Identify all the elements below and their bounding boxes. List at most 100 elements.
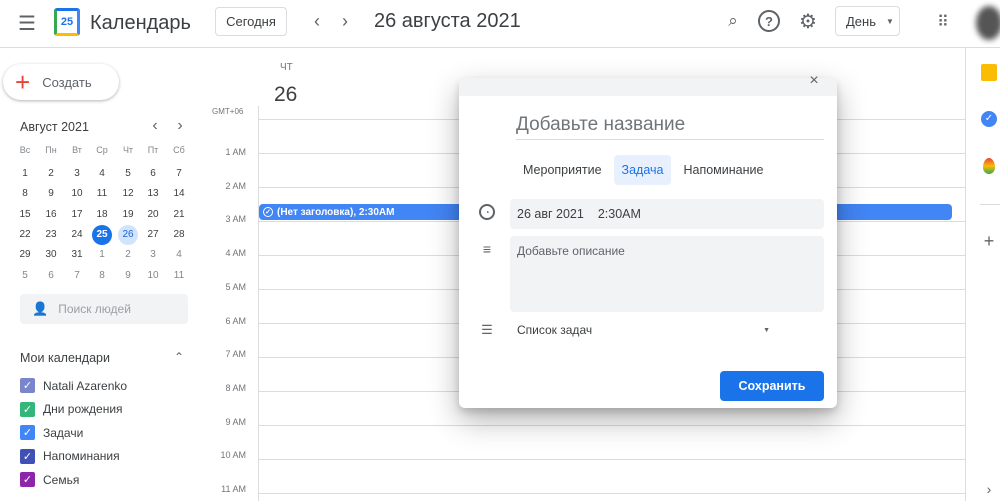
weekday-header: Пн bbox=[45, 145, 57, 155]
prev-day-icon[interactable]: ‹ bbox=[306, 10, 328, 32]
checkbox-checked-icon[interactable]: ✓ bbox=[20, 401, 35, 417]
mini-calendar-day[interactable]: 5 bbox=[118, 164, 138, 184]
mini-calendar-day[interactable]: 27 bbox=[143, 225, 163, 245]
mini-calendar-day[interactable]: 16 bbox=[41, 205, 61, 225]
account-avatar[interactable] bbox=[976, 6, 1000, 40]
mini-calendar-day[interactable]: 11 bbox=[92, 184, 112, 204]
mini-calendar-day[interactable]: 29 bbox=[15, 245, 35, 265]
search-people-input[interactable]: 👤 Поиск людей bbox=[20, 294, 188, 324]
add-addon-icon[interactable]: + bbox=[980, 231, 998, 251]
title-input[interactable]: Добавьте название bbox=[516, 114, 824, 140]
apps-grid-icon[interactable]: ⠿ bbox=[930, 10, 954, 34]
mini-calendar-day[interactable]: 31 bbox=[67, 245, 87, 265]
close-icon[interactable]: × bbox=[805, 72, 823, 90]
mini-prev-icon[interactable]: ‹ bbox=[148, 117, 162, 134]
hour-label: 3 AM bbox=[225, 214, 246, 225]
next-day-icon[interactable]: › bbox=[334, 10, 356, 32]
tab-reminder[interactable]: Напоминание bbox=[677, 155, 769, 185]
mini-calendar-day[interactable]: 9 bbox=[41, 184, 61, 204]
calendar-item[interactable]: ✓ Задачи bbox=[20, 425, 83, 440]
mini-calendar-day[interactable]: 6 bbox=[41, 266, 61, 286]
time-value[interactable]: 2:30AM bbox=[598, 207, 641, 221]
mini-calendar-day[interactable]: 21 bbox=[169, 205, 189, 225]
mini-calendar-day[interactable]: 17 bbox=[67, 205, 87, 225]
date-time-field[interactable]: 26 авг 2021 2:30AM bbox=[510, 199, 824, 229]
mini-calendar-day[interactable]: 8 bbox=[92, 266, 112, 286]
create-label: Создать bbox=[42, 74, 92, 90]
mini-calendar-day[interactable]: 11 bbox=[169, 266, 189, 286]
mini-calendar-day[interactable]: 24 bbox=[67, 225, 87, 245]
help-icon[interactable]: ? bbox=[758, 10, 780, 32]
calendar-item[interactable]: ✓ Natali Azarenko bbox=[20, 378, 127, 393]
calendar-item[interactable]: ✓ Дни рождения bbox=[20, 401, 123, 417]
mini-calendar-day[interactable]: 9 bbox=[118, 266, 138, 286]
mini-calendar-day[interactable]: 3 bbox=[67, 164, 87, 184]
weekday-header: Сб bbox=[173, 145, 185, 155]
view-select[interactable]: День ▼ bbox=[835, 6, 900, 36]
mini-calendar-day[interactable]: 19 bbox=[118, 205, 138, 225]
today-button[interactable]: Сегодня bbox=[215, 7, 287, 36]
collapse-chevron-icon[interactable]: ⌃ bbox=[172, 349, 186, 365]
mini-calendar-day[interactable]: 4 bbox=[169, 245, 189, 265]
checkbox-checked-icon[interactable]: ✓ bbox=[20, 448, 35, 464]
mini-calendar-day[interactable]: 30 bbox=[41, 245, 61, 265]
mini-calendar-day[interactable]: 3 bbox=[143, 245, 163, 265]
mini-calendar-day[interactable]: 1 bbox=[15, 164, 35, 184]
keep-icon[interactable] bbox=[981, 64, 997, 81]
mini-calendar-day[interactable]: 8 bbox=[15, 184, 35, 204]
mini-calendar-day[interactable]: 14 bbox=[169, 184, 189, 204]
mini-calendar-day[interactable]: 18 bbox=[92, 205, 112, 225]
people-icon: 👤 bbox=[32, 301, 49, 316]
tab-event[interactable]: Мероприятие bbox=[517, 155, 608, 185]
day-number[interactable]: 26 bbox=[274, 83, 297, 107]
mini-calendar-day[interactable]: 13 bbox=[143, 184, 163, 204]
mini-calendar-day[interactable]: 25 bbox=[92, 224, 112, 245]
maps-icon[interactable] bbox=[983, 158, 995, 174]
mini-calendar-day[interactable]: 15 bbox=[15, 205, 35, 225]
mini-calendar-day[interactable]: 5 bbox=[15, 266, 35, 286]
save-button[interactable]: Сохранить bbox=[720, 371, 824, 401]
dialog-drag-handle[interactable] bbox=[459, 78, 837, 96]
mini-calendar-day[interactable]: 12 bbox=[118, 184, 138, 204]
hour-label: 9 AM bbox=[225, 416, 246, 427]
mini-next-icon[interactable]: › bbox=[173, 117, 187, 134]
event-label: (Нет заголовка), 2:30AM bbox=[277, 206, 395, 218]
mini-calendar-day[interactable]: 23 bbox=[41, 225, 61, 245]
dropdown-arrow-icon: ▼ bbox=[886, 16, 894, 26]
date-value[interactable]: 26 авг 2021 bbox=[517, 207, 584, 221]
tab-task[interactable]: Задача bbox=[613, 155, 672, 185]
settings-gear-icon[interactable]: ⚙ bbox=[796, 9, 820, 33]
expand-panel-icon[interactable]: › bbox=[980, 480, 998, 498]
mini-calendar-month: Август 2021 bbox=[20, 120, 89, 134]
mini-calendar-day[interactable]: 26 bbox=[118, 224, 138, 245]
mini-calendar-day[interactable]: 7 bbox=[67, 266, 87, 286]
mini-calendar-day[interactable]: 28 bbox=[169, 225, 189, 245]
calendar-item[interactable]: ✓ Напоминания bbox=[20, 448, 120, 464]
mini-calendar-day[interactable]: 10 bbox=[143, 266, 163, 286]
mini-calendar-day[interactable]: 20 bbox=[143, 205, 163, 225]
hour-line bbox=[258, 493, 965, 494]
mini-calendar-day[interactable]: 10 bbox=[67, 184, 87, 204]
mini-calendar-day[interactable]: 7 bbox=[169, 164, 189, 184]
mini-calendar-day[interactable]: 22 bbox=[15, 225, 35, 245]
description-input[interactable]: Добавьте описание bbox=[510, 236, 824, 312]
create-button[interactable]: + Создать bbox=[3, 64, 119, 100]
mini-calendar-day[interactable]: 6 bbox=[143, 164, 163, 184]
tasks-icon[interactable]: ✓ bbox=[981, 111, 997, 127]
hour-label: 4 AM bbox=[225, 248, 246, 259]
weekday-header: Ср bbox=[96, 145, 108, 155]
task-list-select[interactable]: Список задач ▼ bbox=[510, 318, 770, 342]
weekday-header: Вс bbox=[19, 145, 31, 155]
mini-calendar-day[interactable]: 2 bbox=[118, 245, 138, 265]
hour-label: 11 AM bbox=[221, 484, 246, 494]
calendar-item[interactable]: ✓ Семья bbox=[20, 472, 79, 487]
mini-calendar-day[interactable]: 4 bbox=[92, 164, 112, 184]
mini-calendar-day[interactable]: 1 bbox=[92, 245, 112, 265]
search-icon[interactable]: ⌕ bbox=[722, 10, 744, 32]
checkbox-checked-icon[interactable]: ✓ bbox=[20, 472, 35, 487]
calendar-name: Семья bbox=[43, 472, 80, 487]
mini-calendar-day[interactable]: 2 bbox=[41, 164, 61, 184]
checkbox-checked-icon[interactable]: ✓ bbox=[20, 378, 35, 393]
checkbox-checked-icon[interactable]: ✓ bbox=[20, 425, 35, 440]
main-menu-icon[interactable]: ☰ bbox=[14, 10, 40, 36]
